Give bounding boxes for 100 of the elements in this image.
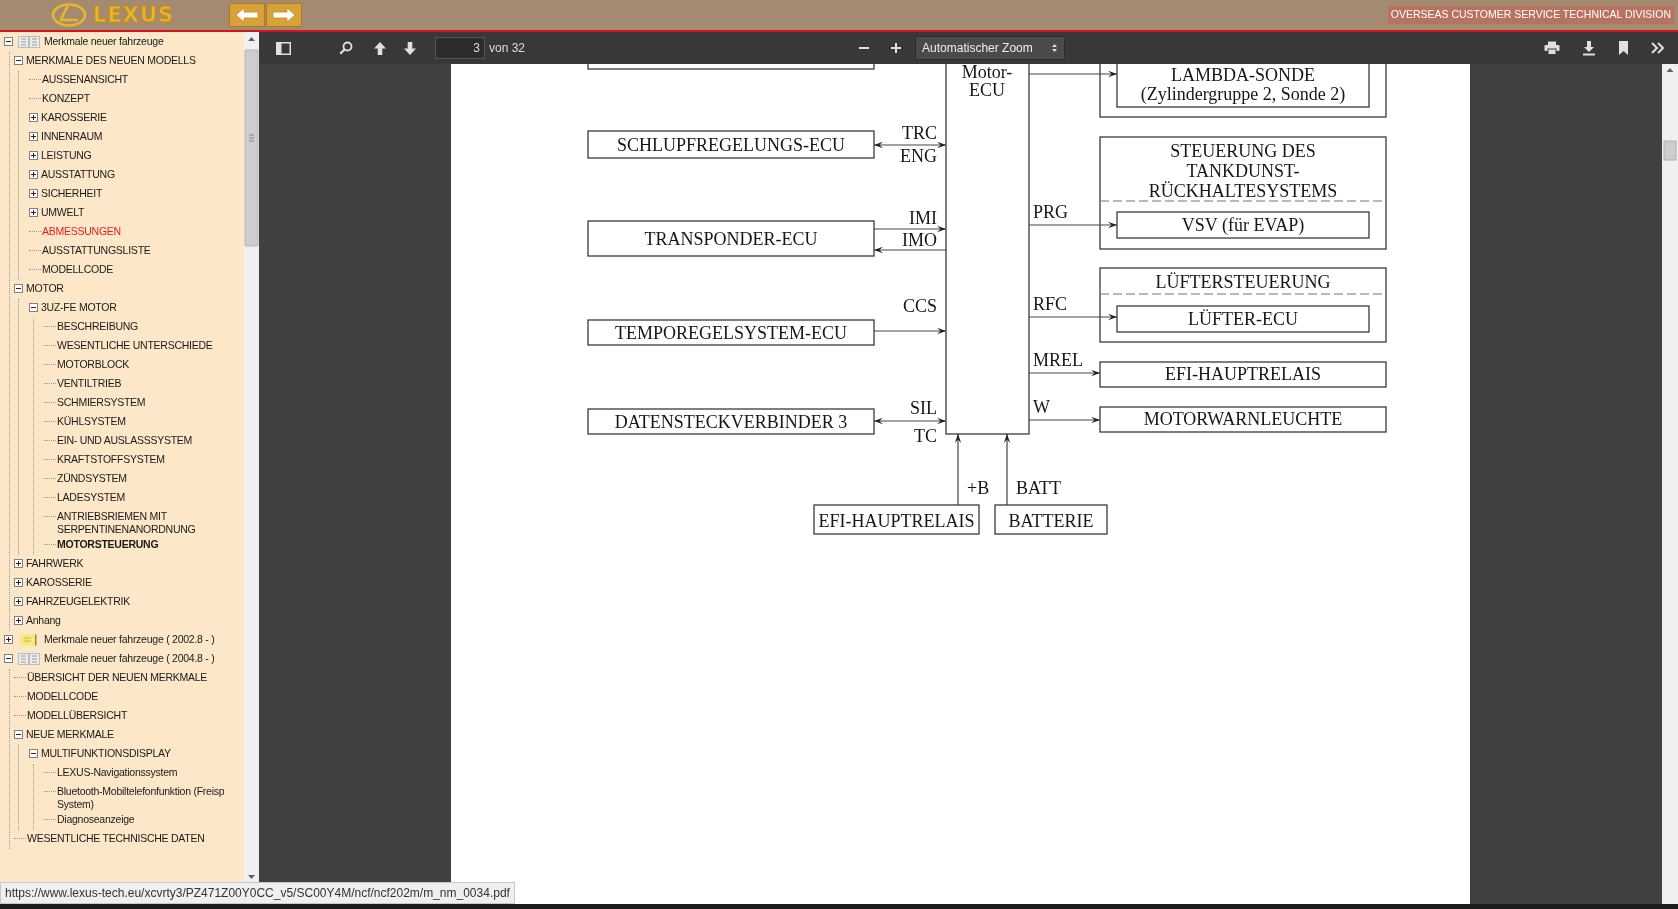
- division-title: OVERSEAS CUSTOMER SERVICE TECHNICAL DIVISION: [1387, 6, 1674, 24]
- tree-item[interactable]: Merkmale neuer fahrzeuge ( 2004.8 - ): [44, 652, 215, 665]
- scrollbar[interactable]: [244, 32, 259, 884]
- tree-item[interactable]: VENTILTRIEB: [57, 377, 122, 390]
- tree-item[interactable]: Anhang: [26, 614, 61, 627]
- tree-item[interactable]: FAHRWERK: [26, 557, 84, 570]
- tree-item[interactable]: ABMESSUNGEN: [42, 225, 121, 238]
- signal-label: BATT: [1016, 478, 1061, 498]
- diagram-block: LAMBDA-SONDE (Zylindergruppe 2, Sonde 2): [1116, 64, 1370, 108]
- tree-item[interactable]: SCHMIERSYSTEM: [57, 396, 146, 409]
- tree-item[interactable]: WESENTLICHE TECHNISCHE DATEN: [27, 832, 205, 845]
- collapse-toggle[interactable]: [29, 303, 38, 312]
- forward-button[interactable]: [266, 3, 303, 27]
- tree-item[interactable]: MOTORSTEUERUNG: [57, 538, 159, 551]
- tree-item[interactable]: WESENTLICHE UNTERSCHIEDE: [57, 339, 213, 352]
- signal-label: ENG: [900, 146, 937, 166]
- signal-label: IMI: [909, 208, 937, 228]
- folder-icon: [18, 634, 40, 646]
- tree-item[interactable]: Bluetooth-Mobiltelefonfunktion (Freisp System): [57, 785, 225, 811]
- tree-item[interactable]: EIN- UND AUSLASSSYSTEM: [57, 434, 193, 447]
- tree-item[interactable]: LEISTUNG: [41, 149, 92, 162]
- tree-item[interactable]: ANTRIEBSRIEMEN MIT SERPENTINENANORDNUNG: [57, 510, 196, 536]
- diagram-block: TEMPOREGELSYSTEM-ECU: [587, 319, 875, 346]
- left-arrow-icon: [235, 7, 260, 23]
- diagram-block: EFI-HAUPTRELAIS: [1099, 361, 1387, 388]
- tree-item[interactable]: INNENRAUM: [41, 130, 103, 143]
- tree-item[interactable]: KONZEPT: [42, 92, 90, 105]
- bookmark-icon: [1618, 41, 1629, 55]
- collapse-toggle[interactable]: [14, 284, 23, 293]
- signal-label: PRG: [1033, 202, 1068, 222]
- tree-item[interactable]: ZÜNDSYSTEM: [57, 472, 127, 485]
- expand-toggle[interactable]: [4, 635, 13, 644]
- signal-label: CCS: [902, 296, 937, 316]
- expand-toggle[interactable]: [29, 208, 38, 217]
- tree-item[interactable]: FAHRZEUGELEKTRIK: [26, 595, 130, 608]
- tree-item[interactable]: NEUE MERKMALE: [26, 728, 114, 741]
- tree-item[interactable]: 3UZ-FE MOTOR: [41, 301, 117, 314]
- collapse-toggle[interactable]: [29, 749, 38, 758]
- page-count: von 32: [489, 40, 526, 57]
- tree-item[interactable]: UMWELT: [41, 206, 85, 219]
- tree-item[interactable]: MOTORBLOCK: [57, 358, 129, 371]
- page-number-field[interactable]: 3: [435, 37, 485, 59]
- tree-item[interactable]: ÜBERSICHT DER NEUEN MERKMALE: [27, 671, 208, 684]
- plus-icon: [890, 42, 903, 54]
- book-icon: [18, 653, 40, 665]
- expand-toggle[interactable]: [14, 597, 23, 606]
- tree-item[interactable]: LADESYSTEM: [57, 491, 126, 504]
- logo-emblem-icon: [51, 3, 87, 27]
- tree-item[interactable]: MODELLÜBERSICHT: [27, 709, 128, 722]
- expand-toggle[interactable]: [14, 559, 23, 568]
- diagram-block: DATENSTECKVERBINDER 3: [587, 408, 875, 435]
- tree-item[interactable]: KAROSSERIE: [41, 111, 107, 124]
- expand-toggle[interactable]: [29, 113, 38, 122]
- collapse-toggle[interactable]: [14, 56, 23, 65]
- diagram-block: BATTERIE: [994, 504, 1108, 535]
- diagram-block: LÜFTER-ECU: [1116, 305, 1370, 333]
- collapse-toggle[interactable]: [14, 730, 23, 739]
- collapse-toggle[interactable]: [4, 654, 13, 663]
- back-button[interactable]: [229, 3, 266, 27]
- tree-item[interactable]: Diagnoseanzeige: [57, 813, 135, 826]
- signal-label: SIL: [910, 398, 937, 418]
- signal-label: MREL: [1033, 350, 1083, 370]
- book-icon: [18, 36, 40, 48]
- expand-toggle[interactable]: [29, 170, 38, 179]
- tree-item[interactable]: KAROSSERIE: [26, 576, 92, 589]
- download-icon: [1582, 40, 1596, 56]
- printer-icon: [1544, 41, 1560, 55]
- expand-toggle[interactable]: [29, 189, 38, 198]
- expand-toggle[interactable]: [14, 578, 23, 587]
- tree-item[interactable]: AUSSTATTUNGSLISTE: [42, 244, 151, 257]
- expand-toggle[interactable]: [29, 132, 38, 141]
- tree-item[interactable]: Merkmale neuer fahrzeuge ( 2002.8 - ): [44, 633, 215, 646]
- group-title: STEUERUNG DES TANKDUNST- RÜCKHALTESYSTEMS: [1148, 141, 1338, 201]
- signal-label: W: [1033, 397, 1050, 417]
- expand-toggle[interactable]: [29, 151, 38, 160]
- tree-item[interactable]: SICHERHEIT: [41, 187, 103, 200]
- group-title: LÜFTERSTEUERUNG: [1155, 272, 1331, 292]
- tree-item[interactable]: KRAFTSTOFFSYSTEM: [57, 453, 165, 466]
- tree-item[interactable]: LEXUS-Navigationssystem: [57, 766, 178, 779]
- tree-item[interactable]: MULTIFUNKTIONSDISPLAY: [41, 747, 171, 760]
- tree-item[interactable]: MODELLCODE: [27, 690, 98, 703]
- signal-label: TRC: [902, 123, 937, 143]
- expand-toggle[interactable]: [14, 616, 23, 625]
- logo-text: LEXUS: [93, 4, 175, 26]
- tree-item[interactable]: MOTOR: [26, 282, 64, 295]
- tree-item[interactable]: AUSSENANSICHT: [42, 73, 128, 86]
- diagram-block: VSV (für EVAP): [1116, 211, 1370, 239]
- diagram-block: EFI-HAUPTRELAIS: [813, 504, 980, 535]
- tree-item[interactable]: Merkmale neuer fahrzeuge: [44, 35, 164, 48]
- tree-item[interactable]: MERKMALE DES NEUEN MODELLS: [26, 54, 196, 67]
- signal-label: TC: [914, 426, 937, 446]
- collapse-toggle[interactable]: [4, 37, 13, 46]
- tree-item[interactable]: BESCHREIBUNG: [57, 320, 138, 333]
- signal-label: RFC: [1033, 294, 1068, 314]
- tree-item[interactable]: MODELLCODE: [42, 263, 113, 276]
- zoom-select[interactable]: Automatischer Zoom: [915, 36, 1066, 60]
- tree-item[interactable]: AUSSTATTUNG: [41, 168, 115, 181]
- down-arrow-icon: [403, 40, 417, 56]
- tree-item[interactable]: KÜHLSYSTEM: [57, 415, 126, 428]
- search-icon: [339, 41, 353, 55]
